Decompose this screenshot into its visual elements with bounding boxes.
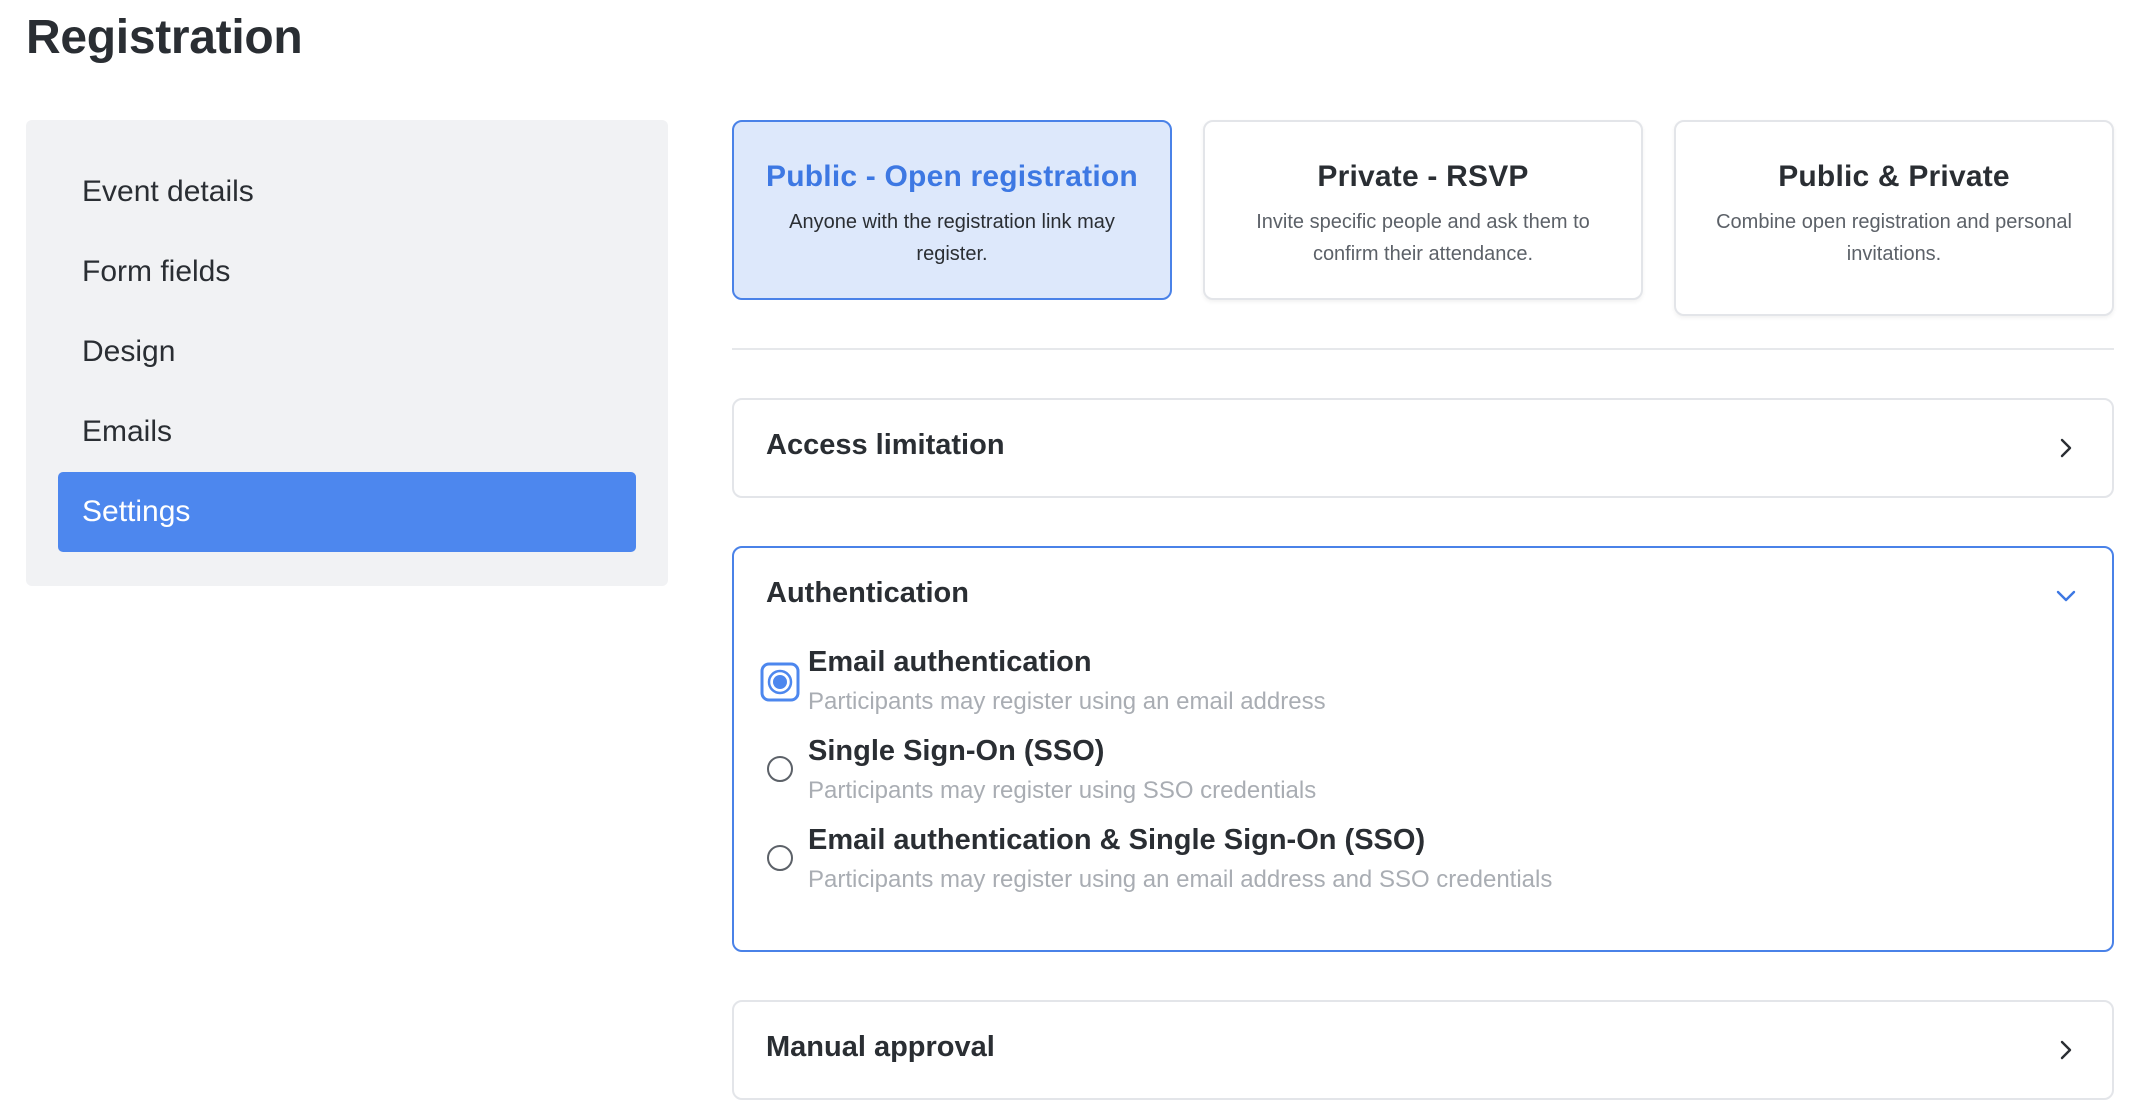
- registration-type-description: Anyone with the registration link may re…: [789, 211, 1115, 265]
- sidebar-item-event-details[interactable]: Event details: [58, 152, 636, 232]
- panel-title: Access limitation: [766, 429, 1005, 461]
- sidebar-item-label: Design: [82, 335, 176, 368]
- registration-type-description: Combine open registration and personal i…: [1716, 211, 2072, 265]
- radio-unchecked-icon[interactable]: [766, 844, 794, 872]
- radio-checked-icon[interactable]: [760, 662, 800, 702]
- auth-option-description: Participants may register using an email…: [808, 866, 1553, 893]
- sidebar: Event details Form fields Design Emails …: [26, 120, 668, 586]
- auth-option-email-and-sso[interactable]: Email authentication & Single Sign-On (S…: [734, 824, 2112, 904]
- authentication-panel: Authentication Email authentication Part…: [732, 546, 2114, 952]
- registration-type-description: Invite specific people and ask them to c…: [1256, 211, 1590, 265]
- chevron-right-icon: [2060, 438, 2072, 458]
- registration-type-title: Public - Open registration: [766, 160, 1138, 193]
- chevron-down-icon: [2056, 590, 2076, 602]
- auth-option-label: Email authentication & Single Sign-On (S…: [808, 824, 1426, 856]
- registration-type-private-card[interactable]: Private - RSVP Invite specific people an…: [1203, 120, 1643, 300]
- registration-type-public-card[interactable]: Public - Open registration Anyone with t…: [732, 120, 1172, 300]
- auth-option-description: Participants may register using SSO cred…: [808, 777, 1317, 804]
- sidebar-item-emails[interactable]: Emails: [58, 392, 636, 472]
- chevron-right-icon: [2060, 1040, 2072, 1060]
- auth-option-email[interactable]: Email authentication Participants may re…: [734, 646, 2112, 726]
- auth-option-description: Participants may register using an email…: [808, 688, 1326, 715]
- authentication-header[interactable]: Authentication: [734, 548, 2112, 644]
- section-divider: [732, 348, 2114, 350]
- manual-approval-header[interactable]: Manual approval: [734, 1002, 2112, 1098]
- sidebar-item-label: Emails: [82, 415, 173, 448]
- sidebar-item-label: Event details: [82, 175, 254, 208]
- sidebar-item-label: Form fields: [82, 255, 231, 288]
- radio-unchecked-icon[interactable]: [766, 755, 794, 783]
- page-title: Registration: [26, 11, 303, 64]
- auth-option-sso[interactable]: Single Sign-On (SSO) Participants may re…: [734, 735, 2112, 815]
- panel-title: Manual approval: [766, 1031, 995, 1063]
- sidebar-item-label: Settings: [82, 495, 191, 528]
- access-limitation-panel: Access limitation: [732, 398, 2114, 498]
- sidebar-item-settings[interactable]: Settings: [58, 472, 636, 552]
- access-limitation-header[interactable]: Access limitation: [734, 400, 2112, 496]
- registration-type-title: Private - RSVP: [1317, 160, 1529, 193]
- sidebar-item-design[interactable]: Design: [58, 312, 636, 392]
- registration-type-public-private-card[interactable]: Public & Private Combine open registrati…: [1674, 120, 2114, 316]
- auth-option-label: Single Sign-On (SSO): [808, 735, 1105, 767]
- manual-approval-panel: Manual approval: [732, 1000, 2114, 1100]
- panel-title: Authentication: [766, 577, 969, 609]
- sidebar-item-form-fields[interactable]: Form fields: [58, 232, 636, 312]
- auth-option-label: Email authentication: [808, 646, 1092, 678]
- registration-type-title: Public & Private: [1778, 160, 2010, 193]
